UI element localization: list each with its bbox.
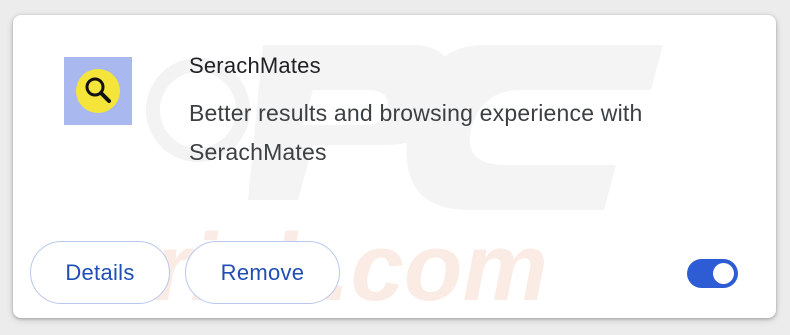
toggle-knob xyxy=(713,263,734,284)
extension-card: risk.com SerachMates Better results and … xyxy=(13,15,776,318)
extension-name: SerachMates xyxy=(189,53,321,78)
enable-toggle[interactable] xyxy=(687,259,738,288)
remove-button[interactable]: Remove xyxy=(185,241,340,304)
extension-icon xyxy=(64,57,132,125)
details-button[interactable]: Details xyxy=(30,241,170,304)
extension-description: Better results and browsing experience w… xyxy=(189,100,643,165)
magnifier-yellow-icon xyxy=(76,69,120,113)
